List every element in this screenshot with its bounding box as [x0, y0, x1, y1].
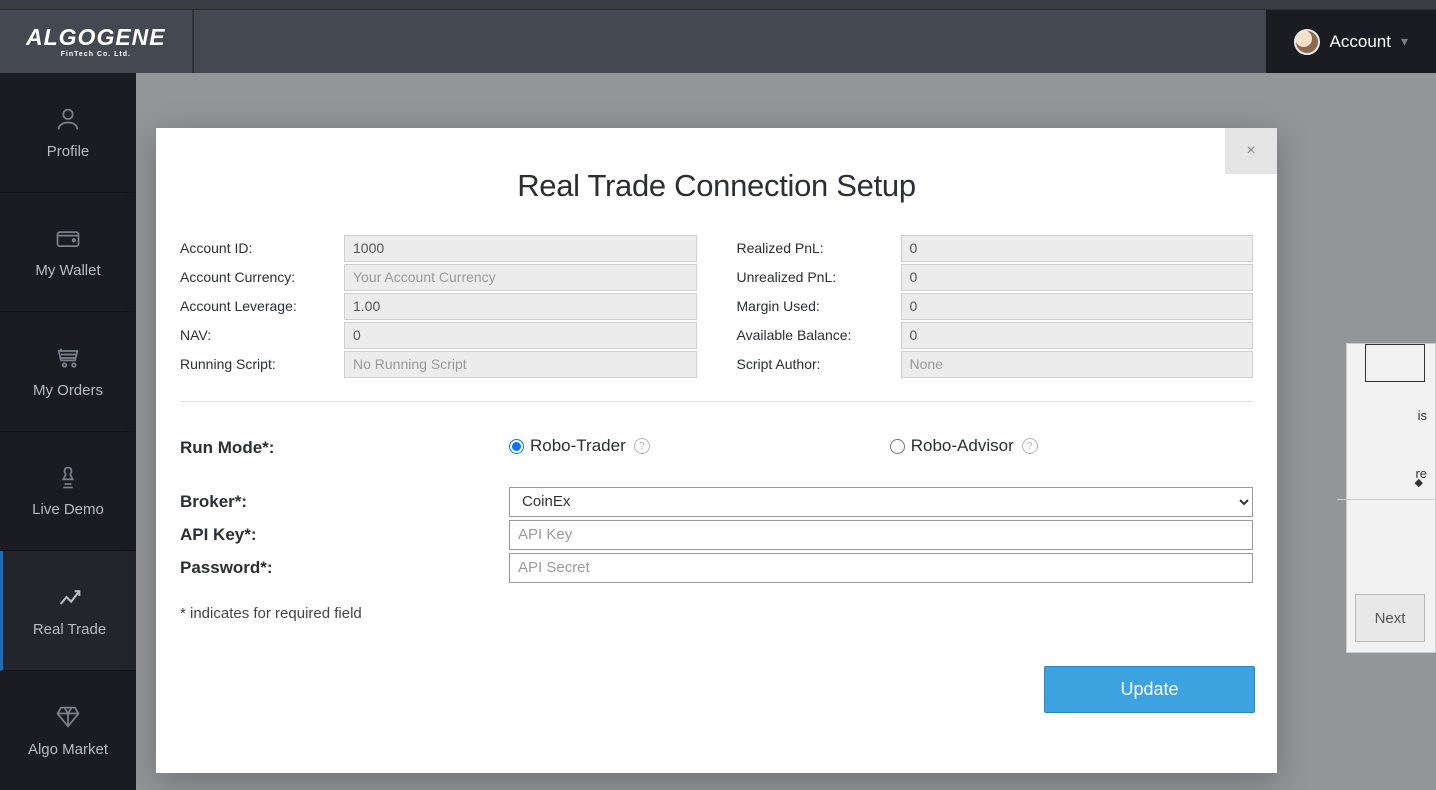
help-icon[interactable]: ?	[634, 438, 650, 454]
field-label: NAV:	[180, 327, 344, 343]
bg-text-fragment: is ◆	[1410, 404, 1435, 427]
sidebar-item-label: My Wallet	[35, 262, 100, 279]
logo-subtext: FinTech Co. Ltd.	[61, 51, 131, 58]
apikey-input[interactable]	[509, 520, 1253, 550]
run-mode-label: Run Mode*:	[180, 436, 509, 458]
sidebar-item-label: My Orders	[33, 382, 103, 399]
background-panel: is ◆ re Next	[1346, 343, 1436, 653]
sidebar-item-demo[interactable]: Live Demo	[0, 432, 136, 552]
top-edge	[0, 0, 1436, 10]
chart-icon	[56, 583, 84, 611]
account-id-input[interactable]	[344, 235, 697, 262]
field-label: Account Leverage:	[180, 298, 344, 314]
left-column: Account ID: Account Currency: Account Le…	[180, 234, 697, 379]
available-balance-input[interactable]	[901, 322, 1254, 349]
broker-select[interactable]: CoinEx	[509, 487, 1253, 517]
radio-label: Robo-Advisor	[911, 436, 1014, 456]
password-input[interactable]	[509, 553, 1253, 583]
sidebar-item-label: Live Demo	[32, 501, 104, 518]
radio-input[interactable]	[890, 439, 905, 454]
wallet-icon	[54, 224, 82, 252]
margin-used-input[interactable]	[901, 293, 1254, 320]
apikey-label: API Key*:	[180, 525, 509, 545]
field-label: Available Balance:	[737, 327, 901, 343]
logo-text: ALGOGENE	[26, 26, 166, 49]
connection-setup-modal: × Real Trade Connection Setup Account ID…	[156, 128, 1277, 773]
nav-input[interactable]	[344, 322, 697, 349]
sidebar-item-profile[interactable]: Profile	[0, 73, 136, 193]
robo-trader-radio[interactable]: Robo-Trader ?	[509, 436, 650, 456]
account-menu[interactable]: Account ▾	[1266, 10, 1436, 73]
sidebar-item-label: Profile	[47, 143, 90, 160]
field-label: Account ID:	[180, 240, 344, 256]
account-label: Account	[1330, 32, 1391, 52]
sidebar-item-wallet[interactable]: My Wallet	[0, 193, 136, 313]
modal-title: Real Trade Connection Setup	[156, 128, 1277, 234]
chevron-down-icon: ▾	[1401, 33, 1408, 50]
help-icon[interactable]: ?	[1022, 438, 1038, 454]
bg-text-fragment: re	[1407, 462, 1435, 485]
divider	[180, 401, 1253, 402]
unrealized-pnl-input[interactable]	[901, 264, 1254, 291]
password-label: Password*:	[180, 558, 509, 578]
running-script-input[interactable]	[344, 351, 697, 378]
field-label: Realized PnL:	[737, 240, 901, 256]
broker-label: Broker*:	[180, 492, 509, 512]
chess-icon	[54, 463, 82, 491]
account-currency-input[interactable]	[344, 264, 697, 291]
update-button[interactable]: Update	[1044, 666, 1255, 713]
sidebar: Profile My Wallet My Orders Live Demo Re…	[0, 73, 136, 790]
radio-input[interactable]	[509, 439, 524, 454]
profile-icon	[54, 105, 82, 133]
sidebar-item-label: Algo Market	[28, 741, 108, 758]
close-button[interactable]: ×	[1225, 128, 1277, 174]
required-footnote: * indicates for required field	[156, 585, 1277, 622]
avatar	[1294, 29, 1320, 55]
diamond-icon	[54, 703, 82, 731]
logo[interactable]: ALGOGENE FinTech Co. Ltd.	[0, 10, 193, 73]
sidebar-item-orders[interactable]: My Orders	[0, 312, 136, 432]
header: ALGOGENE FinTech Co. Ltd. Account ▾	[0, 10, 1436, 73]
next-button[interactable]: Next	[1355, 594, 1425, 642]
script-author-input[interactable]	[901, 351, 1254, 378]
field-label: Margin Used:	[737, 298, 901, 314]
radio-label: Robo-Trader	[530, 436, 626, 456]
sidebar-item-algo-market[interactable]: Algo Market	[0, 671, 136, 790]
field-label: Unrealized PnL:	[737, 269, 901, 285]
field-label: Script Author:	[737, 356, 901, 372]
field-label: Account Currency:	[180, 269, 344, 285]
account-leverage-input[interactable]	[344, 293, 697, 320]
robo-advisor-radio[interactable]: Robo-Advisor ?	[890, 436, 1038, 456]
realized-pnl-input[interactable]	[901, 235, 1254, 262]
sidebar-item-label: Real Trade	[33, 621, 106, 638]
close-icon: ×	[1246, 142, 1255, 160]
field-label: Running Script:	[180, 356, 344, 372]
header-divider	[193, 10, 194, 73]
right-column: Realized PnL: Unrealized PnL: Margin Use…	[737, 234, 1254, 379]
cart-icon	[54, 344, 82, 372]
bg-box	[1365, 344, 1425, 382]
sidebar-item-real-trade[interactable]: Real Trade	[0, 551, 136, 671]
